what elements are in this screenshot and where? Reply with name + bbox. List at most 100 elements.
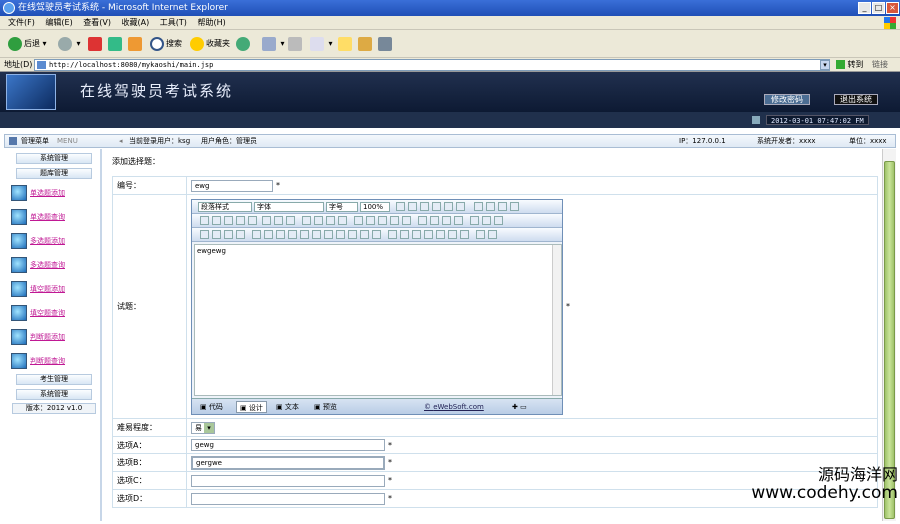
editor-textarea[interactable]: ewgewg <box>194 243 562 396</box>
para-style-select[interactable]: 段落样式 <box>198 201 252 212</box>
logout-button[interactable]: 退出系统 <box>834 94 878 105</box>
menu-favorites[interactable]: 收藏(A) <box>122 16 150 30</box>
ordered-list-icon[interactable] <box>354 215 363 225</box>
paragraph-icon[interactable] <box>402 215 411 225</box>
menu-tools[interactable]: 工具(T) <box>160 16 187 30</box>
difficulty-select[interactable]: 易 ▾ <box>191 421 215 434</box>
sidebar-item-judge-add[interactable]: 判断题添加 <box>10 327 100 347</box>
unselect-icon[interactable] <box>338 215 347 225</box>
sidebar-question-bank[interactable]: 题库管理 <box>16 168 92 179</box>
font-select[interactable]: 字体 <box>254 201 324 212</box>
close-button[interactable]: × <box>886 2 899 14</box>
layer-icon[interactable] <box>470 215 479 225</box>
paste-icon[interactable] <box>224 215 233 225</box>
back-button[interactable]: 后退 ▾ <box>8 36 47 52</box>
address-dropdown-icon[interactable]: ▾ <box>820 60 830 70</box>
sidebar-sys-manage[interactable]: 系统管理 <box>16 153 92 164</box>
bg-color-icon[interactable] <box>430 215 439 225</box>
edit-password-button[interactable]: 修改密码 <box>764 94 810 105</box>
favorites-button[interactable]: 收藏夹 <box>190 36 230 52</box>
tab-text[interactable]: ▣ 文本 <box>276 401 299 413</box>
sidebar-item-judge-query[interactable]: 判断题查询 <box>10 351 100 371</box>
superscript-icon[interactable] <box>444 201 453 211</box>
frame-icon[interactable] <box>482 215 491 225</box>
table-props-icon[interactable] <box>264 229 273 239</box>
underline-icon[interactable] <box>420 201 429 211</box>
sidebar-item-single-query[interactable]: 单选题查询 <box>10 207 100 227</box>
sidebar-sys-manage-2[interactable]: 系统管理 <box>16 389 92 400</box>
unordered-list-icon[interactable] <box>366 215 375 225</box>
map-icon[interactable] <box>372 229 381 239</box>
file-icon[interactable] <box>236 229 245 239</box>
table-icon[interactable] <box>252 229 261 239</box>
cut-icon[interactable] <box>200 215 209 225</box>
option-b-input[interactable]: gergwe <box>191 455 385 470</box>
resize-icon[interactable]: ✚ ▭ <box>512 401 527 413</box>
sidebar-item-multi-add[interactable]: 多选题添加 <box>10 231 100 251</box>
clean-icon[interactable] <box>286 215 295 225</box>
hr-icon[interactable] <box>412 229 421 239</box>
special-char-icon[interactable] <box>388 229 397 239</box>
date-icon[interactable] <box>436 229 445 239</box>
align-center-icon[interactable] <box>486 201 495 211</box>
address-input[interactable]: http://localhost:8080/mykaoshi/main.jsp <box>34 59 830 71</box>
anchor-icon[interactable] <box>348 229 357 239</box>
copy-icon[interactable] <box>212 215 221 225</box>
links-button[interactable]: 链接 <box>872 59 888 70</box>
format-icon[interactable] <box>454 215 463 225</box>
maximize-button[interactable]: □ <box>872 2 885 14</box>
discuss-button[interactable] <box>338 36 354 52</box>
align-left-icon[interactable] <box>474 201 483 211</box>
minimize-button[interactable]: _ <box>858 2 871 14</box>
history-button[interactable] <box>236 36 252 52</box>
select-all-icon[interactable] <box>326 215 335 225</box>
editor-scrollbar[interactable] <box>552 244 561 395</box>
time-icon[interactable] <box>448 229 457 239</box>
about-icon[interactable] <box>488 229 497 239</box>
menu-edit[interactable]: 编辑(E) <box>45 16 72 30</box>
undo-icon[interactable] <box>302 215 311 225</box>
option-a-input[interactable]: gewg <box>191 439 385 451</box>
unlink-icon[interactable] <box>360 229 369 239</box>
box-icon[interactable] <box>494 215 503 225</box>
messenger-button[interactable] <box>358 36 374 52</box>
option-d-input[interactable] <box>191 492 385 505</box>
marquee-icon[interactable] <box>424 229 433 239</box>
grid-icon[interactable] <box>276 229 285 239</box>
editor-credit-link[interactable]: © eWebSoft.com <box>424 401 484 413</box>
emoticon-icon[interactable] <box>400 229 409 239</box>
search-button[interactable]: 搜索 <box>150 36 182 52</box>
font-color-icon[interactable] <box>418 215 427 225</box>
print-button[interactable] <box>288 36 304 52</box>
edit-word-button[interactable]: ▾ <box>310 36 333 52</box>
textarea-icon[interactable] <box>312 229 321 239</box>
option-c-input[interactable] <box>191 474 385 487</box>
image-icon[interactable] <box>200 229 209 239</box>
italic-icon[interactable] <box>408 201 417 211</box>
paste-word-icon[interactable] <box>248 215 257 225</box>
sidebar-item-multi-query[interactable]: 多选题查询 <box>10 255 100 275</box>
number-input[interactable]: ewg <box>191 179 273 192</box>
find-icon[interactable] <box>262 215 271 225</box>
input-icon[interactable] <box>300 229 309 239</box>
sidebar-item-fill-query[interactable]: 填空题查询 <box>10 303 100 323</box>
sidebar-item-fill-add[interactable]: 填空题添加 <box>10 279 100 299</box>
sidebar-item-single-add[interactable]: 单选题添加 <box>10 183 100 203</box>
align-right-icon[interactable] <box>498 201 507 211</box>
highlight-icon[interactable] <box>442 215 451 225</box>
paste-text-icon[interactable] <box>236 215 245 225</box>
menu-help[interactable]: 帮助(H) <box>197 16 225 30</box>
sidebar-exam-manage[interactable]: 考生管理 <box>16 374 92 385</box>
tab-code[interactable]: ▣ 代码 <box>200 401 223 413</box>
redo-icon[interactable] <box>314 215 323 225</box>
flash-icon[interactable] <box>212 229 221 239</box>
media-icon[interactable] <box>224 229 233 239</box>
delete-icon[interactable] <box>274 215 283 225</box>
button-icon[interactable] <box>324 229 333 239</box>
refresh-button[interactable] <box>108 36 124 52</box>
tab-design[interactable]: ▣ 设计 <box>236 400 267 413</box>
bold-icon[interactable] <box>396 201 405 211</box>
size-select[interactable]: 字号 <box>326 201 358 212</box>
subscript-icon[interactable] <box>456 201 465 211</box>
page-break-icon[interactable] <box>460 229 469 239</box>
